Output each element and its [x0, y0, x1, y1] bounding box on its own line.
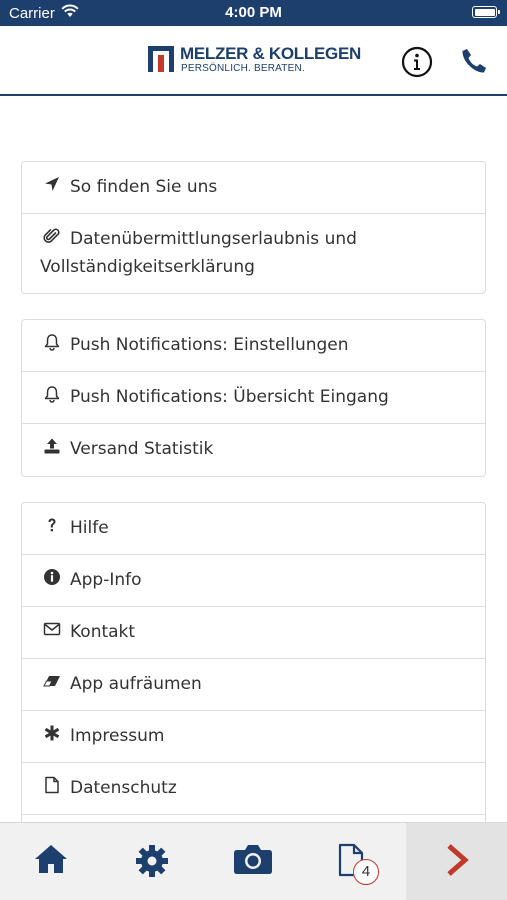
chevron-right-icon [446, 844, 469, 876]
tab-documents[interactable] [303, 823, 404, 900]
home-icon [34, 845, 67, 873]
tab-camera[interactable] [202, 823, 303, 900]
menu-item-label: Kontakt [70, 622, 136, 642]
menu-item-privacy[interactable]: Datenschutz [22, 763, 485, 815]
menu-item-label: Datenschutz [70, 778, 177, 798]
gear-icon [135, 845, 168, 877]
menu-item-label: Impressum [70, 726, 165, 746]
upload-icon [44, 438, 60, 454]
battery-icon [472, 6, 500, 18]
menu-item-label: So finden Sie uns [70, 177, 218, 197]
logo-title: MELZER & KOLLEGEN [180, 44, 361, 63]
tab-home[interactable] [0, 823, 101, 900]
menu-item-label: App aufräumen [70, 674, 202, 694]
info-circle-icon[interactable] [401, 46, 433, 78]
menu-item-directions[interactable]: So finden Sie uns [22, 162, 485, 214]
menu-item-label: Datenübermittlungserlaubnis und Vollstän… [40, 229, 357, 277]
menu-item-label: App-Info [70, 570, 142, 590]
info-icon [44, 569, 60, 585]
menu-item-label: Hilfe [70, 518, 109, 538]
tab-bar [0, 822, 507, 900]
question-icon [48, 518, 56, 532]
app-header: MELZER & KOLLEGEN PERSÖNLICH. BERATEN. [0, 26, 507, 96]
menu-group-location: So finden Sie uns Datenübermittlungserla… [21, 161, 486, 294]
location-arrow-icon [45, 177, 59, 191]
asterisk-icon [44, 725, 60, 741]
menu-item-cleanup[interactable]: App aufräumen [22, 659, 485, 711]
bell-icon [44, 386, 60, 403]
menu-item-push-settings[interactable]: Push Notifications: Einstellungen [22, 320, 485, 372]
menu-item-label: Versand Statistik [70, 439, 214, 459]
logo-subtitle: PERSÖNLICH. BERATEN. [181, 63, 305, 74]
menu-item-label: Push Notifications: Übersicht Eingang [70, 387, 389, 407]
phone-icon[interactable] [459, 46, 489, 76]
menu-item-help[interactable]: Hilfe [22, 503, 485, 555]
bell-icon [44, 334, 60, 351]
menu-item-label: Push Notifications: Einstellungen [70, 335, 349, 355]
menu-item-data-consent[interactable]: Datenübermittlungserlaubnis und Vollstän… [22, 214, 485, 293]
menu-group-notifications: Push Notifications: Einstellungen Push N… [21, 319, 486, 477]
camera-icon [233, 845, 272, 874]
logo-mark-icon [148, 46, 174, 72]
menu-item-contact[interactable]: Kontakt [22, 607, 485, 659]
eraser-icon [43, 676, 60, 687]
envelope-icon [43, 622, 61, 636]
tab-settings[interactable] [101, 823, 202, 900]
clock: 4:00 PM [225, 4, 282, 21]
status-bar: Carrier 4:00 PM [0, 0, 507, 26]
menu-item-app-info[interactable]: App-Info [22, 555, 485, 607]
documents-count-badge: 4 [353, 859, 379, 885]
menu-item-send-statistics[interactable]: Versand Statistik [22, 424, 485, 475]
tab-next[interactable] [406, 823, 507, 900]
paperclip-icon [43, 228, 60, 243]
file-icon [45, 776, 59, 794]
menu-item-push-inbox[interactable]: Push Notifications: Übersicht Eingang [22, 372, 485, 424]
menu-item-imprint[interactable]: Impressum [22, 711, 485, 763]
menu-group-info: Hilfe App-Info Kontakt App aufräumen Imp… [21, 502, 486, 832]
